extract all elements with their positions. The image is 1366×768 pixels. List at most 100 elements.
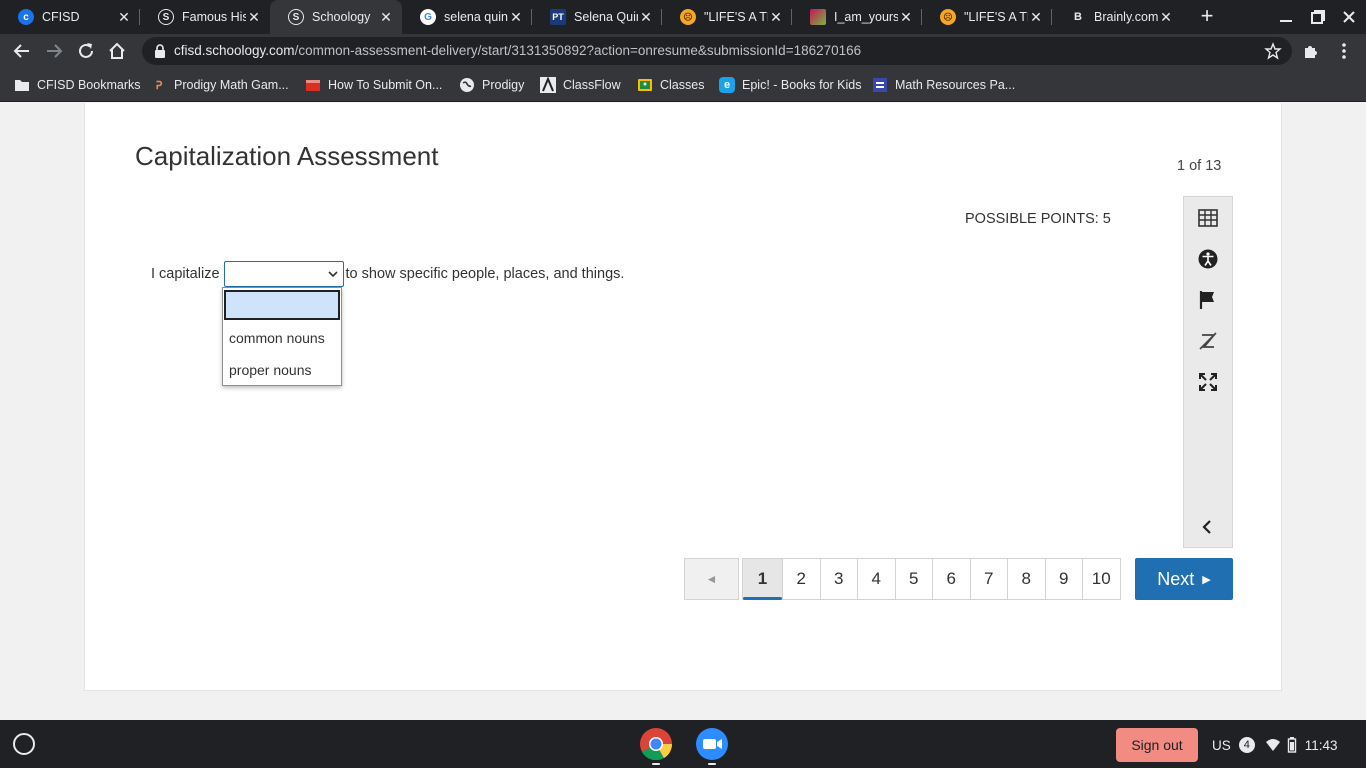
keyboard-locale: US [1212, 737, 1231, 753]
home-icon[interactable] [106, 40, 128, 62]
page-button-7[interactable]: 7 [969, 558, 1008, 600]
fullscreen-icon[interactable] [1197, 371, 1219, 393]
cfisd-favicon: c [18, 9, 34, 25]
tab-famous-history[interactable]: S Famous His ✕ [140, 0, 270, 34]
bookmark-how-to-submit[interactable]: How To Submit On... [305, 76, 442, 94]
previous-page-button[interactable]: ◄ [684, 558, 739, 600]
question-pagination: ◄ 1 2 3 4 5 6 7 8 9 10 [684, 558, 1121, 600]
url-text[interactable]: cfisd.schoology.com/common-assessment-de… [174, 43, 861, 58]
os-shelf: Sign out US 4 11:43 [0, 720, 1366, 768]
close-tab-icon[interactable]: ✕ [1028, 9, 1044, 26]
close-tab-icon[interactable]: ✕ [246, 9, 262, 26]
collapse-icon[interactable] [1197, 516, 1219, 538]
close-tab-icon[interactable]: ✕ [898, 9, 914, 26]
next-button[interactable]: Next ▶ [1135, 558, 1233, 600]
reload-icon[interactable] [75, 40, 97, 62]
bookmark-classes[interactable]: Classes [637, 76, 704, 94]
sign-out-button[interactable]: Sign out [1116, 728, 1198, 762]
page-button-8[interactable]: 8 [1007, 558, 1046, 600]
tab-lifes-a-trip-2[interactable]: ☹ "LIFE'S A TR ✕ [922, 0, 1052, 34]
tab-brainly[interactable]: B Brainly.com ✕ [1052, 0, 1182, 34]
back-arrow-icon[interactable] [11, 40, 33, 62]
close-tab-icon[interactable]: ✕ [1158, 9, 1174, 26]
question-prefix: I capitalize [151, 266, 220, 282]
pt-favicon: PT [550, 9, 566, 25]
accessibility-icon[interactable] [1197, 248, 1219, 270]
answer-dropdown-list: common nouns proper nouns [222, 287, 342, 386]
page-button-5[interactable]: 5 [894, 558, 933, 600]
browser-toolbar: cfisd.schoology.com/common-assessment-de… [0, 34, 1366, 68]
page-content: Capitalization Assessment 1 of 13 POSSIB… [0, 103, 1366, 720]
app-running-indicator [708, 763, 716, 765]
possible-points: POSSIBLE POINTS: 5 [965, 211, 1111, 227]
tab-label: selena quint [444, 10, 508, 24]
page-button-3[interactable]: 3 [819, 558, 858, 600]
flag-icon[interactable] [1197, 289, 1219, 311]
answer-select[interactable] [223, 261, 344, 287]
tab-label: Schoology [312, 10, 371, 24]
browser-menu-icon[interactable] [1333, 40, 1355, 62]
extensions-puzzle-icon[interactable] [1300, 40, 1322, 62]
tab-i-am-yours[interactable]: I_am_yours_ ✕ [792, 0, 922, 34]
close-window-icon[interactable] [1340, 8, 1358, 26]
url-path: /common-assessment-delivery/start/313135… [294, 43, 862, 58]
tab-schoology-active[interactable]: S Schoology ✕ [270, 0, 402, 34]
close-tab-icon[interactable]: ✕ [116, 9, 132, 26]
bookmark-classflow[interactable]: ClassFlow [540, 76, 621, 94]
close-tab-icon[interactable]: ✕ [378, 9, 394, 26]
eliminate-answer-icon[interactable] [1197, 330, 1219, 352]
tab-google-search[interactable]: G selena quint ✕ [402, 0, 532, 34]
schoology-favicon: S [288, 9, 304, 25]
tab-cfisd[interactable]: c CFISD ✕ [0, 0, 140, 34]
bookmark-math-resources[interactable]: Math Resources Pa... [872, 76, 1015, 94]
dropdown-option-blank[interactable] [224, 290, 340, 320]
dropdown-option-proper-nouns[interactable]: proper nouns [223, 354, 341, 386]
tab-lifes-a-trip-1[interactable]: ☹ "LIFE'S A TR ✕ [662, 0, 792, 34]
close-tab-icon[interactable]: ✕ [768, 9, 784, 26]
tab-label: CFISD [42, 10, 80, 24]
close-tab-icon[interactable]: ✕ [638, 9, 654, 26]
wifi-icon [1265, 739, 1280, 751]
question-counter: 1 of 13 [1177, 158, 1222, 174]
forms-icon [873, 78, 887, 92]
tab-selena-quintanilla[interactable]: PT Selena Quint ✕ [532, 0, 662, 34]
assessment-card: Capitalization Assessment 1 of 13 POSSIB… [84, 103, 1282, 691]
question-suffix: to show specific people, places, and thi… [345, 266, 625, 282]
page-button-10[interactable]: 10 [1082, 558, 1121, 600]
forward-arrow-icon[interactable] [43, 40, 65, 62]
page-button-9[interactable]: 9 [1044, 558, 1083, 600]
dropdown-option-common-nouns[interactable]: common nouns [223, 322, 341, 354]
bookmark-cfisd-bookmarks[interactable]: CFISD Bookmarks [14, 76, 141, 94]
bookmark-prodigy[interactable]: Prodigy [459, 76, 524, 94]
lock-icon[interactable] [154, 44, 166, 58]
tab-label: Selena Quint [574, 10, 638, 24]
page-button-1[interactable]: 1 [742, 558, 783, 600]
bookmark-label: Epic! - Books for Kids [742, 78, 862, 92]
globe-icon [460, 78, 474, 92]
close-tab-icon[interactable]: ✕ [508, 9, 524, 26]
page-button-6[interactable]: 6 [932, 558, 971, 600]
next-button-label: Next [1157, 568, 1195, 589]
new-tab-button[interactable]: + [1196, 5, 1218, 28]
bookmark-epic-books[interactable]: e Epic! - Books for Kids [719, 76, 862, 94]
calculator-icon[interactable] [1197, 207, 1219, 229]
status-tray[interactable]: US 4 11:43 [1212, 728, 1360, 762]
tab-label: "LIFE'S A TR [964, 10, 1028, 24]
classroom-icon [638, 79, 652, 91]
page-button-2[interactable]: 2 [782, 558, 821, 600]
bookmark-prodigy-math-game[interactable]: ᕈ Prodigy Math Gam... [151, 76, 289, 94]
chevron-down-icon [327, 271, 338, 278]
launcher-icon[interactable] [13, 733, 35, 755]
bookmark-label: Prodigy Math Gam... [174, 78, 289, 92]
address-bar[interactable]: cfisd.schoology.com/common-assessment-de… [142, 37, 1292, 65]
question-text: I capitalize to show specific people, pl… [151, 261, 624, 287]
zoom-app-icon[interactable] [695, 727, 729, 761]
minimize-icon[interactable] [1277, 8, 1295, 26]
emoji-favicon: ☹ [680, 9, 696, 25]
chrome-app-icon[interactable] [639, 727, 673, 761]
brainly-favicon: B [1074, 11, 1082, 23]
bookmark-label: How To Submit On... [328, 78, 443, 92]
page-button-4[interactable]: 4 [857, 558, 896, 600]
restore-icon[interactable] [1309, 8, 1327, 26]
bookmark-star-icon[interactable] [1264, 42, 1282, 60]
